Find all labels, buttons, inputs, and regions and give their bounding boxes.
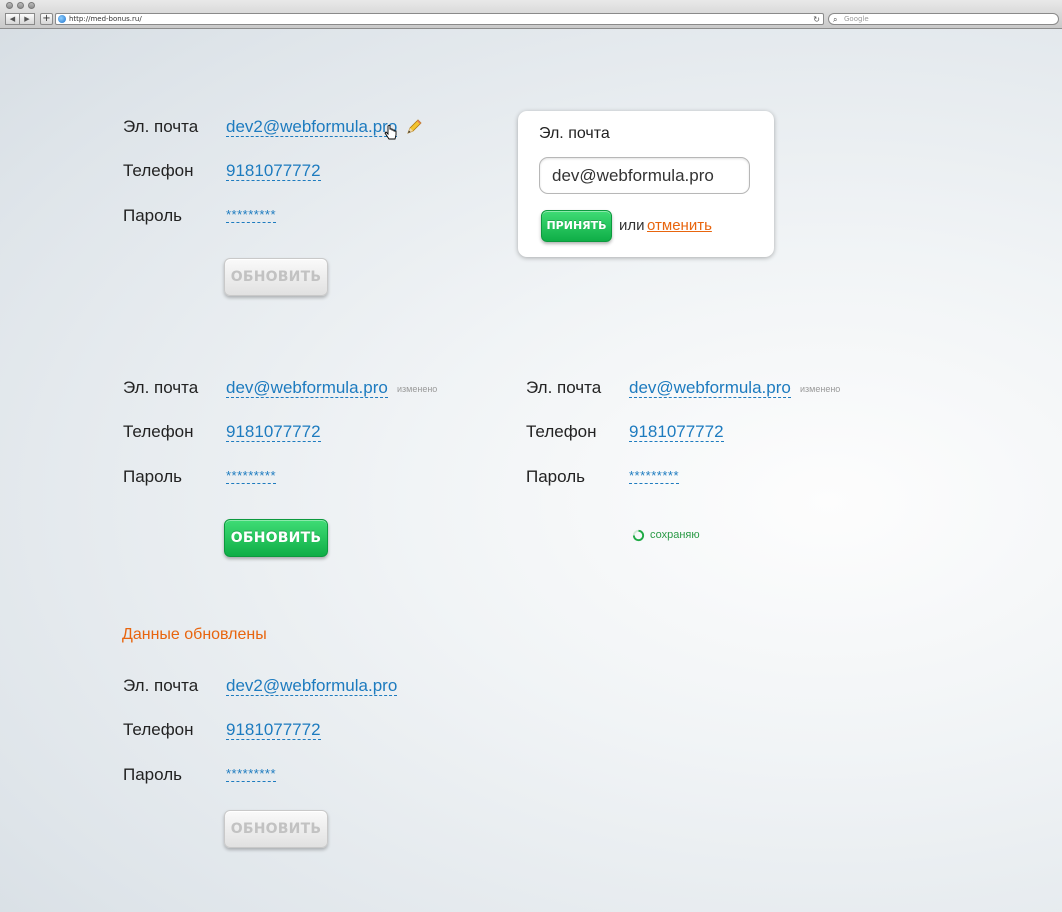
email-value-link[interactable]: dev@webformula.pro [629,378,791,398]
reload-icon[interactable]: ↻ [813,14,820,25]
url-text: http://med-bonus.ru/ [69,15,142,23]
forward-button[interactable]: ▶ [20,13,35,25]
address-bar[interactable]: http://med-bonus.ru/ ↻ [55,13,824,25]
email-label: Эл. почта [123,676,199,695]
history-nav: ◀ ▶ [5,13,35,25]
pencil-icon[interactable] [405,118,423,136]
email-value-link[interactable]: dev@webformula.pro [226,378,388,398]
update-button[interactable]: ОБНОВИТЬ [224,519,328,557]
password-label: Пароль [526,467,585,486]
close-window-button[interactable] [6,2,13,9]
back-button[interactable]: ◀ [5,13,20,25]
window-controls [6,2,35,9]
phone-value-link[interactable]: 9181077772 [226,161,321,181]
spinner-icon [632,529,645,542]
phone-label: Телефон [123,161,194,180]
phone-label: Телефон [123,720,194,739]
or-text: или [619,217,645,234]
phone-label: Телефон [123,422,194,441]
saving-text: сохраняю [650,529,700,541]
search-input[interactable]: ⌕ Google [828,13,1059,25]
changed-badge: изменено [800,384,841,394]
email-label: Эл. почта [123,378,199,397]
password-label: Пароль [123,467,182,486]
phone-label: Телефон [526,422,597,441]
email-value-link[interactable]: dev2@webformula.pro [226,117,398,137]
email-field[interactable]: dev@webformula.pro [539,157,750,194]
phone-value-link[interactable]: 9181077772 [629,422,724,442]
password-value-link[interactable]: ********* [226,207,277,223]
forward-arrow-icon: ▶ [24,15,30,23]
password-value-link[interactable]: ********* [226,766,277,782]
popup-email-label: Эл. почта [539,125,610,142]
site-icon [58,15,66,23]
update-button-disabled[interactable]: ОБНОВИТЬ [224,258,328,296]
zoom-window-button[interactable] [28,2,35,9]
email-value-link[interactable]: dev2@webformula.pro [226,676,398,696]
browser-toolbar: ◀ ▶ + http://med-bonus.ru/ ↻ ⌕ Google [0,0,1062,29]
password-label: Пароль [123,765,182,784]
minimize-window-button[interactable] [17,2,24,9]
email-edit-popup: Эл. почта dev@webformula.pro ПРИНЯТЬ или… [518,111,774,257]
plus-icon: + [42,13,51,24]
add-bookmark-button[interactable]: + [40,13,53,25]
success-notice: Данные обновлены [122,626,267,643]
password-value-link[interactable]: ********* [226,468,277,484]
accept-button[interactable]: ПРИНЯТЬ [541,210,612,242]
cancel-link[interactable]: отменить [647,217,712,234]
update-button-disabled[interactable]: ОБНОВИТЬ [224,810,328,848]
phone-value-link[interactable]: 9181077772 [226,720,321,740]
search-placeholder: Google [844,15,869,23]
phone-value-link[interactable]: 9181077772 [226,422,321,442]
password-label: Пароль [123,206,182,225]
hand-cursor-icon [384,125,397,140]
changed-badge: изменено [397,384,438,394]
email-label: Эл. почта [526,378,602,397]
search-icon: ⌕ [833,15,838,24]
email-label: Эл. почта [123,117,199,136]
back-arrow-icon: ◀ [9,15,16,23]
password-value-link[interactable]: ********* [629,468,680,484]
